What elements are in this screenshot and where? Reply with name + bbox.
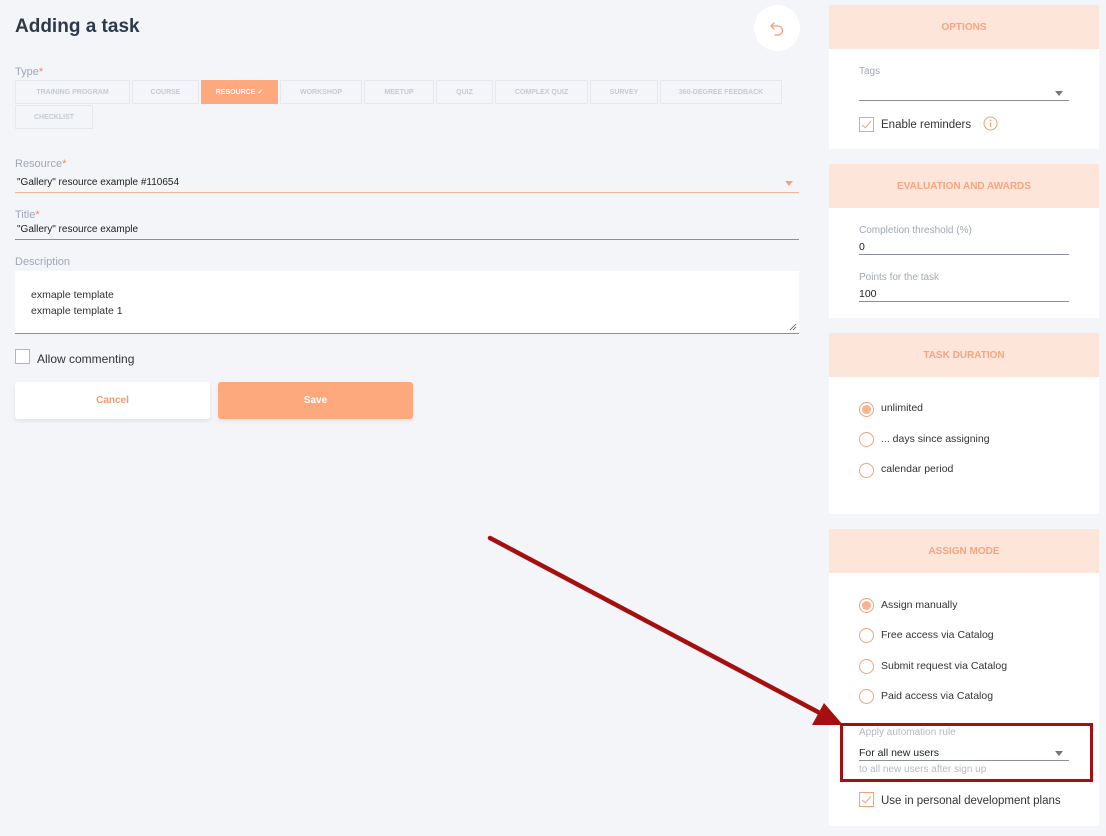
annotation-arrow-icon bbox=[487, 535, 843, 725]
